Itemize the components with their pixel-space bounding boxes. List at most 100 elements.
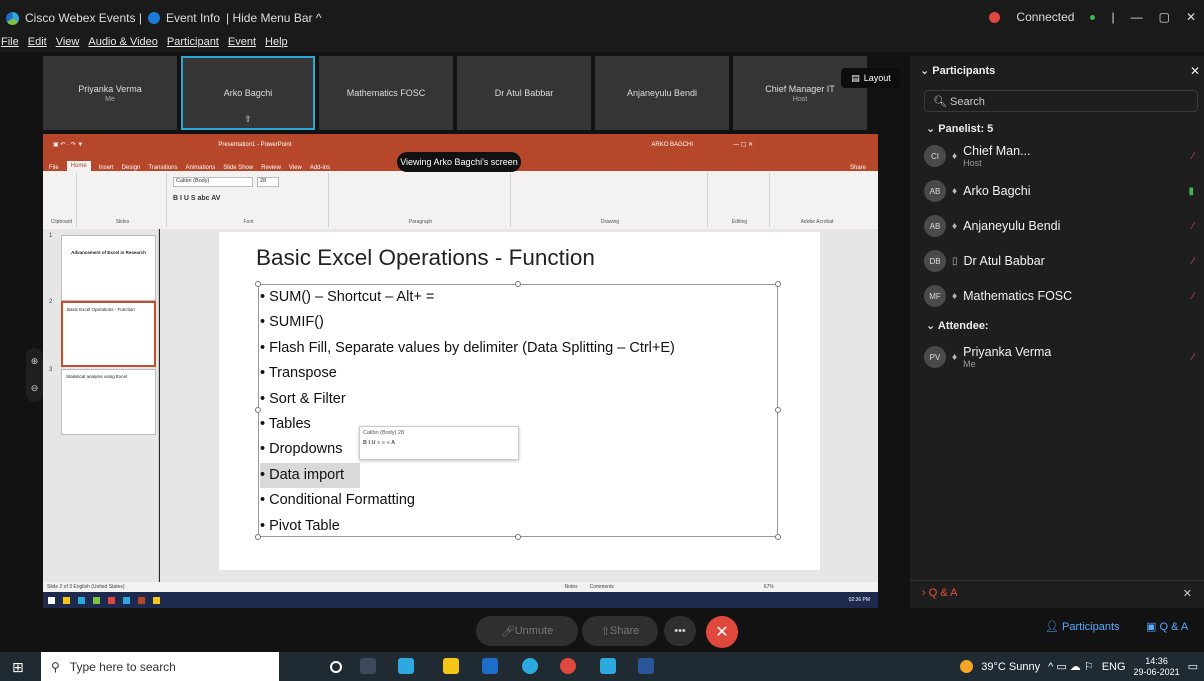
participant-row[interactable]: DB ▯ Dr Atul Babbar ⁄	[924, 247, 1194, 275]
mail-icon[interactable]	[398, 658, 414, 674]
close-panel-icon[interactable]: ✕	[1190, 64, 1200, 78]
ppt-user: ARKO BAGCHI	[651, 141, 694, 148]
slide-number: 1	[49, 233, 53, 239]
tab-home[interactable]: Home	[66, 161, 91, 171]
system-tray: 39°C Sunny ^ ▭ ☁ ⚐ ENG 14:36 29-06-2021 ▭	[960, 652, 1198, 681]
zoom-out-icon[interactable]: ⊖	[31, 383, 39, 394]
slide-thumb-1[interactable]: Advancement of Excel in Research	[61, 235, 156, 301]
windows-start-icon[interactable]: ⊞	[12, 659, 24, 676]
clock[interactable]: 14:36 29-06-2021	[1134, 656, 1180, 678]
mute-icon[interactable]: ⁄	[1192, 352, 1194, 363]
menu-view[interactable]: View	[56, 36, 80, 52]
close-button[interactable]: ✕	[1186, 10, 1196, 24]
comments-button[interactable]: Comments	[590, 584, 614, 590]
app-icon	[153, 596, 160, 604]
store-icon[interactable]	[482, 658, 498, 674]
close-qa-icon[interactable]: ✕	[1183, 587, 1192, 600]
mini-format-buttons[interactable]: B I U ≡ ≡ ≡ A	[363, 440, 515, 446]
participant-search-input[interactable]: 🔍︎ Search	[924, 90, 1198, 112]
edge-icon[interactable]	[522, 658, 538, 674]
slide-bullets[interactable]: SUM() – Shortcut – Alt+ = SUMIF() Flash …	[260, 285, 675, 539]
menu-audio-video[interactable]: Audio & Video	[88, 36, 158, 52]
notes-button[interactable]: Notes	[565, 584, 578, 590]
menu-edit[interactable]: Edit	[28, 36, 47, 52]
mute-icon[interactable]: ⁄	[1192, 151, 1194, 162]
qa-button[interactable]: ▣ Q & A	[1146, 620, 1188, 633]
participant-name: Dr Atul Babbar	[963, 254, 1045, 268]
avatar: CI	[924, 145, 946, 167]
participant-row[interactable]: AB ♦ Anjaneyulu Bendi ⁄	[924, 212, 1194, 240]
attendee-section-header[interactable]: ⌄ Attendee:	[926, 319, 989, 332]
mini-font-name[interactable]: Calibri (Body)	[363, 430, 396, 436]
thumbnail-name: Priyanka Verma	[78, 83, 142, 94]
weather-text[interactable]: 39°C Sunny	[981, 661, 1040, 673]
attendee-label: Attendee:	[937, 320, 989, 332]
panel-header[interactable]: ⌄ Participants	[920, 64, 995, 77]
meeting-controls-bar: 🎤︎ Unmute ⇧ Share ••• ✕ 👤︎ Participants …	[0, 608, 1204, 652]
clipboard-group: Clipboard	[47, 173, 77, 227]
mini-font-size[interactable]: 28	[398, 430, 404, 436]
resize-handle[interactable]	[775, 534, 781, 540]
qa-label: Q & A	[928, 587, 958, 599]
resize-handle[interactable]	[775, 281, 781, 287]
mute-icon[interactable]: ⁄	[1192, 291, 1194, 302]
app-icon	[138, 596, 145, 604]
taskbar-search-input[interactable]: ⚲ Type here to search	[41, 652, 279, 681]
menu-file[interactable]: File	[1, 36, 19, 52]
menu-event[interactable]: Event	[228, 36, 256, 52]
participant-row[interactable]: MF ♦ Mathematics FOSC ⁄	[924, 282, 1194, 310]
resize-handle[interactable]	[775, 407, 781, 413]
participants-button[interactable]: 👤︎ Participants	[1045, 620, 1120, 633]
menu-help[interactable]: Help	[265, 36, 288, 52]
participant-row[interactable]: PV ♦ Priyanka Verma Me ⁄	[924, 343, 1194, 371]
font-name-field[interactable]: Calibri (Body)	[173, 177, 253, 187]
restore-button[interactable]: ▢	[1159, 10, 1170, 24]
mute-icon[interactable]: ⁄	[1192, 256, 1194, 267]
cortana-icon[interactable]	[330, 661, 342, 673]
webex-icon[interactable]	[600, 658, 616, 674]
participant-row[interactable]: AB ♦ Arko Bagchi ▮	[924, 177, 1194, 205]
slide-status: Slide 2 of 3 English (United States)	[47, 584, 125, 590]
mini-toolbar[interactable]: Calibri (Body) 28 B I U ≡ ≡ ≡ A	[359, 426, 519, 460]
leave-button[interactable]: ✕	[706, 616, 738, 648]
menu-participant[interactable]: Participant	[167, 36, 219, 52]
file-explorer-icon[interactable]	[443, 658, 459, 674]
unmute-button[interactable]: 🎤︎ Unmute	[476, 616, 578, 646]
slide-thumb-3[interactable]: Statistical analysis using Excel	[61, 369, 156, 435]
task-view-icon[interactable]	[360, 658, 376, 674]
more-options-button[interactable]: •••	[664, 616, 696, 646]
unmuted-mic-icon[interactable]: ▮	[1188, 186, 1194, 197]
event-info-link[interactable]: Event Info	[166, 11, 220, 25]
zoom-in-icon[interactable]: ⊕	[31, 356, 39, 367]
paragraph-group: Paragraph	[331, 173, 511, 227]
participant-row[interactable]: CI ♦ Chief Man... Host ⁄	[924, 142, 1194, 170]
qa-section[interactable]: › Q & A ✕	[910, 580, 1204, 604]
mute-icon[interactable]: ⁄	[1192, 221, 1194, 232]
connection-status[interactable]: Connected	[1016, 10, 1074, 24]
panelist-section-header[interactable]: ⌄ Panelist: 5	[926, 122, 993, 135]
hide-menu-bar-link[interactable]: | Hide Menu Bar ^	[226, 11, 321, 25]
video-thumbnail[interactable]: Dr Atul Babbar	[457, 56, 591, 130]
zoom-level[interactable]: 67%	[764, 584, 774, 590]
video-thumbnail[interactable]: Mathematics FOSC	[319, 56, 453, 130]
notifications-icon[interactable]: ▭	[1188, 660, 1198, 673]
minimize-button[interactable]: —	[1131, 10, 1143, 24]
word-icon[interactable]	[638, 658, 654, 674]
slide-thumb-title: Statistical analysis using Excel	[66, 374, 128, 379]
font-size-field[interactable]: 28	[257, 177, 279, 187]
video-thumbnail[interactable]: Priyanka Verma Me	[43, 56, 177, 130]
layout-button[interactable]: ▤ Layout	[841, 68, 901, 88]
slide-title[interactable]: Basic Excel Operations - Function	[256, 245, 595, 271]
participants-panel: ⌄ Participants ✕ 🔍︎ Search ⌄ Panelist: 5…	[910, 56, 1204, 623]
tray-icons[interactable]: ^ ▭ ☁ ⚐	[1048, 660, 1094, 673]
video-thumbnail-active[interactable]: Arko Bagchi ⇧	[181, 56, 315, 130]
language-indicator[interactable]: ENG	[1102, 661, 1126, 673]
font-format-buttons[interactable]: B I U S abc AV	[173, 195, 220, 202]
slide-thumb-2[interactable]: Basic Excel Operations - Function	[61, 301, 156, 367]
clock-date: 29-06-2021	[1133, 666, 1180, 677]
share-button[interactable]: ⇧ Share	[582, 616, 658, 646]
drawing-group: Drawing	[513, 173, 708, 227]
chrome-icon[interactable]	[560, 658, 576, 674]
thumbnail-name: Dr Atul Babbar	[494, 88, 554, 98]
video-thumbnail[interactable]: Anjaneyulu Bendi	[595, 56, 729, 130]
